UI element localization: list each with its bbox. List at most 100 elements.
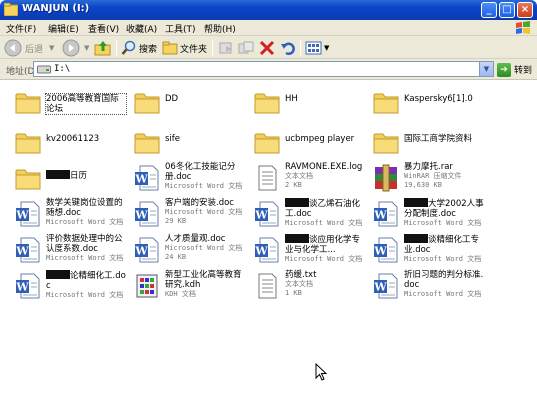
file-item[interactable]: 药缓.txt 文本文档 1 KB (245, 268, 365, 306)
item-name: 暴力摩托.rar (404, 162, 453, 172)
up-folder-button[interactable] (94, 39, 112, 57)
file-item[interactable]: W 谈精细化工专业.doc Microsoft Word 文档 (364, 232, 484, 270)
winrar-archive-icon (372, 164, 400, 192)
menu-bar: 文件(F) 编辑(E) 查看(V) 收藏(A) 工具(T) 帮助(H) (0, 20, 537, 36)
item-meta: Microsoft Word 文档 (404, 219, 482, 227)
go-button[interactable]: ➔ 转到 (497, 62, 532, 77)
file-item[interactable]: W 大学2002人事分配制度.doc Microsoft Word 文档 (364, 196, 484, 234)
folder-item[interactable]: 日历 (6, 160, 126, 198)
item-name: Kaspersky6[1].0 (404, 94, 473, 104)
svg-text:W: W (15, 245, 29, 258)
item-meta: WinRAR 压缩文件 (404, 172, 462, 180)
file-item[interactable]: W 客户端的安装.doc Microsoft Word 文档 29 KB (125, 196, 245, 234)
address-input[interactable]: I:\ ▼ (33, 61, 494, 77)
item-name: 数学关键岗位设置的随想.doc (46, 198, 123, 218)
menu-tools[interactable]: 工具(T) (165, 22, 196, 35)
svg-text:W: W (134, 209, 148, 222)
menu-edit[interactable]: 编辑(E) (48, 22, 79, 35)
folder-item[interactable]: HH (245, 84, 365, 122)
folder-item[interactable]: Kaspersky6[1].0 (364, 84, 484, 122)
item-meta: KDH 文档 (165, 290, 196, 298)
back-label: 后退 (25, 44, 44, 55)
item-meta: Microsoft Word 文档 (46, 218, 124, 226)
item-meta: Microsoft Word 文档 (285, 255, 363, 263)
file-item[interactable]: W 数学关键岗位设置的随想.doc Microsoft Word 文档 (6, 196, 126, 234)
folder-icon (14, 88, 42, 116)
close-button[interactable]: × (517, 2, 533, 18)
undo-button[interactable] (280, 39, 296, 57)
file-list: 2006高等教育国际论坛 DD HH Kaspersky6[1].0 kv2006112… (0, 80, 537, 400)
menu-file[interactable]: 文件(F) (6, 22, 36, 35)
chevron-down-icon: ▼ (84, 44, 90, 52)
undo-icon (281, 42, 295, 55)
folder-item[interactable]: sife (125, 124, 245, 162)
drive-icon (37, 65, 51, 74)
forward-arrow-icon (62, 39, 80, 57)
item-name: 评价数据处理中的公认度系数.doc (46, 234, 123, 254)
item-meta: 2 KB (285, 181, 302, 189)
word-doc-icon: W (14, 200, 42, 228)
delete-button[interactable] (259, 39, 275, 57)
address-dropdown-button[interactable]: ▼ (479, 62, 493, 76)
folders-button[interactable]: 文件夹 (162, 39, 207, 57)
item-name: 新型工业化高等教育研究.kdh (165, 270, 242, 290)
svg-text:W: W (134, 173, 148, 186)
minimize-button[interactable]: _ (481, 2, 497, 18)
item-meta: Microsoft Word 文档 (165, 208, 243, 216)
file-item[interactable]: RAVMONE.EXE.log 文本文档 2 KB (245, 160, 365, 198)
back-arrow-icon (4, 39, 22, 57)
menu-help[interactable]: 帮助(H) (204, 22, 236, 35)
menu-view[interactable]: 查看(V) (88, 22, 119, 35)
move-to-icon (219, 42, 232, 54)
back-button[interactable]: 后退 ▼ (4, 39, 54, 57)
item-meta: 19,630 KB (404, 181, 442, 189)
item-meta: 文本文档 (285, 280, 313, 288)
svg-text:W: W (15, 281, 29, 294)
item-name: 谈精细化工专业.doc (404, 234, 480, 255)
item-name: 06冬化工技能记分册.doc (165, 162, 236, 182)
redaction-block (46, 170, 70, 179)
item-meta: Microsoft Word 文档 (165, 182, 243, 190)
up-folder-icon (94, 41, 111, 56)
item-meta: 1 KB (285, 289, 302, 297)
move-to-button[interactable] (218, 39, 234, 57)
file-item[interactable]: 暴力摩托.rar WinRAR 压缩文件 19,630 KB (364, 160, 484, 198)
folder-item[interactable]: 2006高等教育国际论坛 (6, 84, 127, 122)
views-button[interactable]: ▼ (305, 39, 329, 57)
file-item[interactable]: W 谈应用化学专业与化学工... Microsoft Word 文档 (245, 232, 365, 270)
item-name: 客户端的安装.doc (165, 198, 234, 208)
folder-item[interactable]: ucbmpeg player (245, 124, 365, 162)
folder-item[interactable]: 国际工商学院资料 (364, 124, 484, 162)
item-name: 日历 (46, 170, 126, 181)
item-name: 论精细化工.doc (46, 270, 126, 291)
file-item[interactable]: W 折旧习题的判分标准.doc Microsoft Word 文档 (364, 268, 484, 306)
search-button[interactable]: 搜索 (121, 39, 157, 57)
toolbar: 后退 ▼ ▼ 搜索 文件夹 ▼ (0, 36, 537, 59)
windows-logo-icon (516, 21, 530, 34)
folder-icon (14, 128, 42, 156)
file-item[interactable]: W 06冬化工技能记分册.doc Microsoft Word 文档 (125, 160, 245, 198)
item-meta: 24 KB (165, 253, 187, 261)
views-grid-icon (305, 41, 322, 55)
search-icon (121, 40, 136, 55)
copy-to-icon (238, 41, 254, 54)
maximize-button[interactable]: □ (499, 2, 515, 18)
copy-to-button[interactable] (238, 39, 254, 57)
folder-item[interactable]: kv20061123 (6, 124, 126, 162)
item-name: HH (285, 94, 298, 104)
kdh-file-icon (133, 272, 161, 300)
address-text: I:\ (54, 64, 71, 74)
forward-button[interactable]: ▼ (62, 39, 89, 57)
file-item[interactable]: W 谈乙烯石油化工.doc Microsoft Word 文档 (245, 196, 365, 234)
file-item[interactable]: W 评价数据处理中的公认度系数.doc Microsoft Word 文档 (6, 232, 126, 270)
redaction-block (404, 198, 428, 207)
file-item[interactable]: W 人才质量观.doc Microsoft Word 文档 24 KB (125, 232, 245, 270)
item-meta: Microsoft Word 文档 (46, 254, 124, 262)
file-item[interactable]: W 论精细化工.doc Microsoft Word 文档 (6, 268, 126, 306)
folder-item[interactable]: DD (125, 84, 245, 122)
item-meta: Microsoft Word 文档 (165, 244, 243, 252)
menu-favorites[interactable]: 收藏(A) (126, 22, 157, 35)
chevron-down-icon: ▼ (49, 44, 55, 52)
folder-icon (14, 164, 42, 192)
file-item[interactable]: 新型工业化高等教育研究.kdh KDH 文档 (125, 268, 245, 306)
